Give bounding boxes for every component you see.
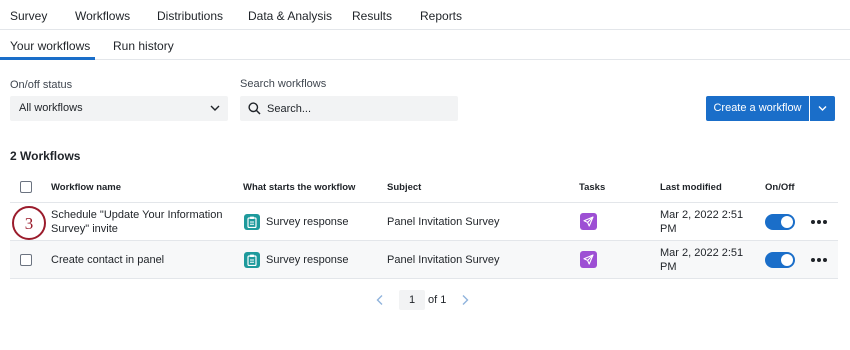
- status-filter-label: On/off status: [10, 79, 73, 91]
- step-number: 3: [24, 214, 34, 233]
- previous-page-icon[interactable]: [374, 294, 386, 306]
- chevron-down-icon: [818, 106, 827, 111]
- status-filter-value: All workflows: [19, 102, 83, 114]
- search-label: Search workflows: [240, 78, 327, 90]
- page-total-label: of 1: [428, 294, 447, 306]
- search-input[interactable]: [267, 100, 447, 117]
- workflow-enabled-toggle[interactable]: [765, 214, 795, 230]
- trigger-label: Survey response: [266, 216, 349, 228]
- last-modified-date: Mar 2, 2022 2:51 PM: [660, 247, 744, 273]
- send-email-task-icon[interactable]: [580, 251, 597, 268]
- active-subtab-indicator: [0, 57, 95, 60]
- tab-data-analysis[interactable]: Data & Analysis: [248, 9, 332, 23]
- column-header-name[interactable]: Workflow name: [51, 182, 121, 193]
- last-modified-date: Mar 2, 2022 2:51 PM: [660, 209, 744, 235]
- row-checkbox[interactable]: [20, 254, 32, 266]
- more-options-icon[interactable]: [809, 212, 829, 232]
- column-header-last-modified[interactable]: Last modified: [660, 182, 722, 193]
- divider: [10, 202, 838, 203]
- workflow-count-title: 2 Workflows: [10, 149, 81, 163]
- page-number-input[interactable]: [399, 290, 425, 310]
- tab-results[interactable]: Results: [352, 9, 392, 23]
- divider: [10, 278, 838, 279]
- create-workflow-menu-button[interactable]: [810, 96, 835, 121]
- top-navigation: Survey Workflows Distributions Data & An…: [0, 0, 850, 30]
- workflow-name[interactable]: Create contact in panel: [51, 253, 164, 267]
- survey-response-icon: [244, 252, 260, 268]
- tab-reports[interactable]: Reports: [420, 9, 462, 23]
- status-filter-select[interactable]: All workflows: [10, 96, 228, 121]
- select-all-checkbox[interactable]: [20, 181, 32, 193]
- survey-response-icon: [244, 214, 260, 230]
- column-header-subject[interactable]: Subject: [387, 182, 421, 193]
- next-page-icon[interactable]: [459, 294, 471, 306]
- sub-navigation: Your workflows Run history: [0, 30, 850, 60]
- subject-label: Panel Invitation Survey: [387, 254, 500, 266]
- toggle-knob: [781, 254, 793, 266]
- subtab-run-history[interactable]: Run history: [113, 39, 174, 53]
- tab-workflows[interactable]: Workflows: [75, 9, 130, 23]
- toggle-knob: [781, 216, 793, 228]
- tab-distributions[interactable]: Distributions: [157, 9, 223, 23]
- more-options-icon[interactable]: [809, 250, 829, 270]
- trigger-label: Survey response: [266, 254, 349, 266]
- column-header-on-off[interactable]: On/Off: [765, 182, 795, 193]
- subtab-your-workflows[interactable]: Your workflows: [10, 39, 90, 53]
- workflow-enabled-toggle[interactable]: [765, 252, 795, 268]
- subject-label: Panel Invitation Survey: [387, 216, 500, 228]
- column-header-tasks[interactable]: Tasks: [579, 182, 605, 193]
- tab-survey[interactable]: Survey: [10, 9, 47, 23]
- chevron-down-icon: [210, 105, 220, 111]
- search-icon: [248, 102, 261, 115]
- create-workflow-button[interactable]: Create a workflow: [706, 96, 809, 121]
- column-header-trigger[interactable]: What starts the workflow: [243, 182, 355, 193]
- step-number-badge: 3: [12, 206, 46, 240]
- workflow-name[interactable]: Schedule "Update Your Information Survey…: [51, 208, 222, 236]
- search-field: [240, 96, 458, 121]
- send-email-task-icon[interactable]: [580, 213, 597, 230]
